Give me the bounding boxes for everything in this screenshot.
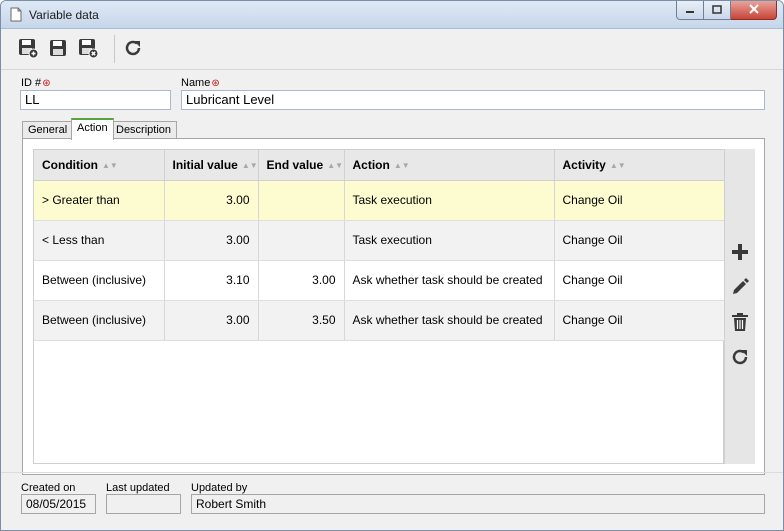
delete-icon [730, 312, 750, 335]
name-field[interactable]: Lubricant Level [181, 90, 765, 110]
id-label: ID #⊛ [21, 77, 51, 89]
last-updated-label: Last updated [106, 482, 170, 494]
grid-side-toolbar [724, 149, 755, 464]
sort-icon: ▲▼ [241, 160, 258, 170]
created-on-label: Created on [21, 482, 76, 494]
add-icon [731, 243, 749, 264]
required-icon: ⊛ [42, 78, 51, 89]
conditions-table: Condition ▲▼ Initial value ▲▼ End value ▲▼ … [34, 150, 726, 341]
column-header-label: Activity [562, 157, 606, 172]
name-label-text: Name [181, 77, 211, 89]
created-on-field: 08/05/2015 [21, 494, 96, 514]
cell-activity: Change Oil [554, 180, 726, 221]
cell-activity: Change Oil [554, 220, 726, 261]
tab-general[interactable]: General [22, 121, 74, 139]
document-icon [10, 7, 22, 25]
cell-end-value [258, 180, 345, 221]
cell-action: Task execution [344, 220, 555, 261]
variable-data-window: Variable data ID #⊛ LL Name⊛ Lubricant L… [0, 0, 784, 531]
sort-icon: ▲▼ [101, 160, 118, 170]
minimize-button[interactable] [676, 1, 704, 20]
maximize-icon [712, 3, 722, 17]
cell-action: Ask whether task should be created [344, 300, 555, 341]
table-row[interactable]: < Less than 3.00 Task execution Change O… [34, 220, 726, 261]
save-new-icon [17, 37, 39, 62]
save-close-icon [77, 37, 99, 62]
toolbar-separator [114, 35, 115, 63]
required-icon: ⊛ [211, 78, 220, 89]
conditions-grid: Condition ▲▼ Initial value ▲▼ End value ▲▼ … [33, 149, 726, 464]
edit-button[interactable] [728, 276, 752, 300]
cell-initial-value: 3.00 [164, 180, 259, 221]
cell-activity: Change Oil [554, 300, 726, 341]
cell-condition: > Greater than [34, 180, 165, 221]
save-close-button[interactable] [76, 37, 100, 61]
column-header-label: Condition [42, 157, 98, 172]
cell-initial-value: 3.00 [164, 300, 259, 341]
table-row[interactable]: > Greater than 3.00 Task execution Chang… [34, 180, 726, 221]
cell-condition: Between (inclusive) [34, 300, 165, 341]
cell-condition: < Less than [34, 220, 165, 261]
column-header-label: End value [266, 157, 324, 172]
save-icon [47, 37, 69, 62]
refresh-icon [729, 346, 751, 371]
footer-divider [1, 472, 783, 473]
last-updated-field [106, 494, 181, 514]
sort-icon: ▲▼ [327, 160, 344, 170]
maximize-button[interactable] [704, 1, 731, 20]
id-field[interactable]: LL [20, 90, 171, 110]
table-row[interactable]: Between (inclusive) 3.10 3.00 Ask whethe… [34, 260, 726, 301]
cell-initial-value: 3.10 [164, 260, 259, 301]
refresh-icon [122, 37, 144, 62]
close-icon [748, 3, 759, 17]
name-label: Name⊛ [181, 77, 220, 89]
table-row[interactable]: Between (inclusive) 3.00 3.50 Ask whethe… [34, 300, 726, 341]
column-header-condition[interactable]: Condition ▲▼ [34, 150, 165, 181]
table-header-row: Condition ▲▼ Initial value ▲▼ End value ▲▼ … [34, 150, 726, 181]
column-header-initial-value[interactable]: Initial value ▲▼ [164, 150, 259, 181]
cell-action: Ask whether task should be created [344, 260, 555, 301]
delete-button[interactable] [728, 311, 752, 335]
sort-icon: ▲▼ [609, 160, 626, 170]
refresh-button[interactable] [121, 37, 145, 61]
grid-refresh-button[interactable] [728, 346, 752, 370]
updated-by-field: Robert Smith [191, 494, 765, 514]
close-button[interactable] [731, 1, 777, 20]
tab-description[interactable]: Description [110, 121, 178, 139]
cell-action: Task execution [344, 180, 555, 221]
save-new-button[interactable] [16, 37, 40, 61]
edit-icon [730, 277, 750, 300]
add-button[interactable] [728, 241, 752, 265]
toolbar [1, 30, 783, 70]
id-label-text: ID # [21, 77, 42, 89]
cell-end-value: 3.00 [258, 260, 345, 301]
cell-end-value [258, 220, 345, 261]
window-title: Variable data [29, 8, 99, 22]
action-tab-panel: Condition ▲▼ Initial value ▲▼ End value ▲▼ … [22, 138, 765, 475]
title-bar[interactable]: Variable data [1, 1, 783, 29]
column-header-end-value[interactable]: End value ▲▼ [258, 150, 345, 181]
column-header-action[interactable]: Action ▲▼ [344, 150, 555, 181]
cell-end-value: 3.50 [258, 300, 345, 341]
cell-condition: Between (inclusive) [34, 260, 165, 301]
save-button[interactable] [46, 37, 70, 61]
minimize-icon [685, 3, 695, 17]
updated-by-label: Updated by [191, 482, 248, 494]
column-header-label: Action [352, 157, 390, 172]
column-header-label: Initial value [172, 157, 238, 172]
cell-initial-value: 3.00 [164, 220, 259, 261]
cell-activity: Change Oil [554, 260, 726, 301]
column-header-activity[interactable]: Activity ▲▼ [554, 150, 726, 181]
sort-icon: ▲▼ [393, 160, 410, 170]
tab-action[interactable]: Action [71, 118, 114, 140]
